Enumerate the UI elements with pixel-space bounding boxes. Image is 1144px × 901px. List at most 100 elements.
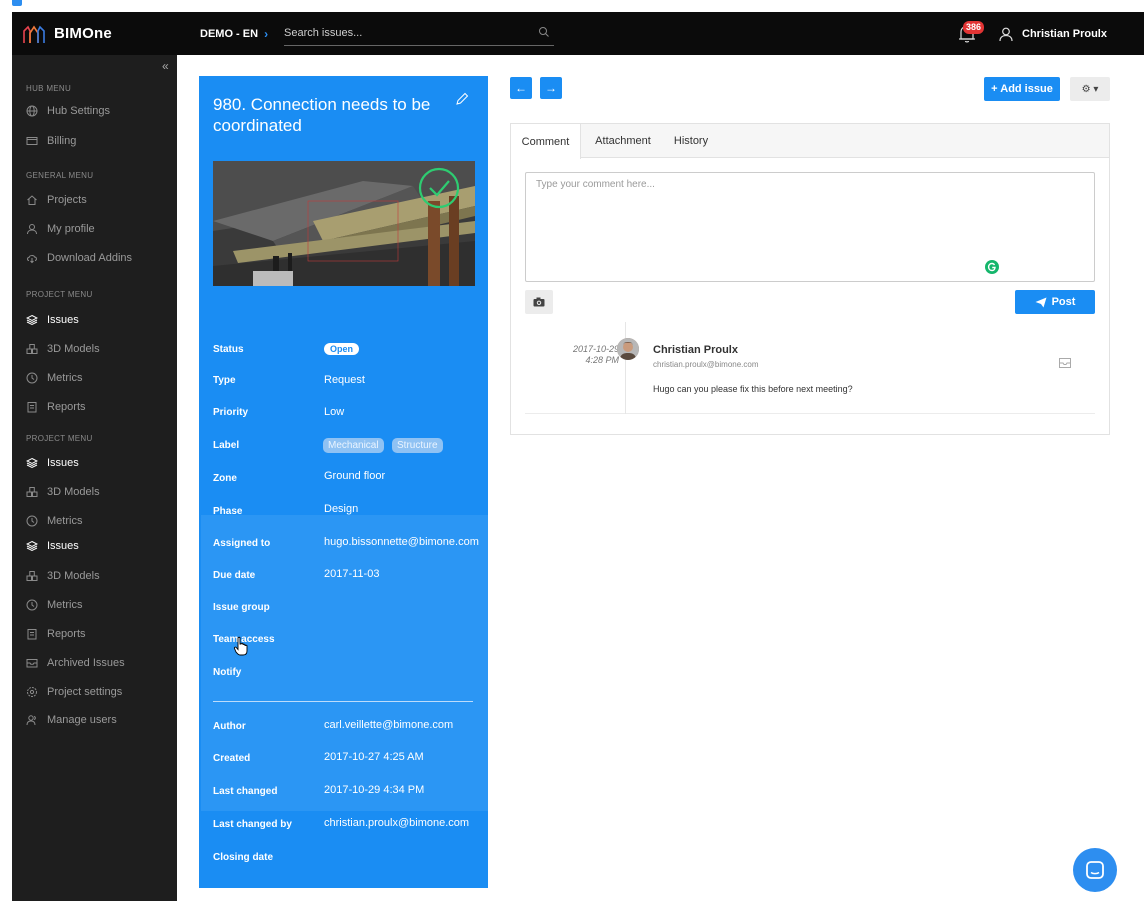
next-issue-button[interactable]: → bbox=[540, 77, 562, 99]
layers-icon bbox=[26, 314, 38, 326]
hub-menu-heading: HUB MENU bbox=[26, 84, 72, 93]
phase-value[interactable]: Design bbox=[324, 503, 358, 515]
sidebar-item-label: Project settings bbox=[47, 686, 123, 698]
type-label: Type bbox=[213, 375, 236, 386]
sidebar-item-3d-models[interactable]: 3D Models bbox=[26, 340, 176, 358]
sidebar-item-3d-models[interactable]: 3D Models bbox=[26, 567, 176, 585]
sidebar-item-issues[interactable]: Issues bbox=[26, 311, 176, 329]
tab-comment[interactable]: Comment bbox=[511, 124, 581, 159]
notify-label: Notify bbox=[213, 667, 242, 678]
comment-list: 2017-10-29 4:28 PM Christian Proulx chri… bbox=[525, 322, 1095, 414]
layers-icon bbox=[26, 457, 38, 469]
assigned-to-label: Assigned to bbox=[213, 538, 271, 549]
post-button[interactable]: Post bbox=[1015, 290, 1095, 314]
label-label: Label bbox=[213, 440, 240, 451]
sidebar-item-projects[interactable]: Projects bbox=[26, 191, 176, 209]
user-menu[interactable]: Christian Proulx bbox=[998, 12, 1107, 55]
search-bar bbox=[284, 20, 554, 46]
created-value: 2017-10-27 4:25 AM bbox=[324, 751, 424, 763]
author-value: carl.veillette@bimone.com bbox=[324, 719, 454, 731]
tab-history[interactable]: History bbox=[667, 124, 715, 158]
app-name: BIMOne bbox=[54, 25, 112, 42]
sidebar-item-hub-settings[interactable]: Hub Settings bbox=[26, 102, 176, 120]
sidebar-item-label: 3D Models bbox=[47, 570, 100, 582]
clock-icon bbox=[26, 372, 38, 384]
sidebar-item-label: Metrics bbox=[47, 515, 83, 527]
zone-label: Zone bbox=[213, 473, 237, 484]
status-badge[interactable]: Open bbox=[324, 343, 360, 355]
report-icon bbox=[27, 402, 37, 413]
assigned-to-value[interactable]: hugo.bissonnette@bimone.com bbox=[324, 536, 479, 548]
author-label: Author bbox=[213, 721, 246, 732]
sidebar-item-metrics[interactable]: Metrics bbox=[26, 369, 176, 387]
sidebar-item-reports[interactable]: Reports bbox=[26, 625, 176, 643]
sidebar-item-metrics[interactable]: Metrics bbox=[26, 512, 176, 530]
cloud-download-icon bbox=[27, 255, 37, 264]
sidebar-item-issues[interactable]: Issues bbox=[26, 454, 176, 472]
sidebar-item-my-profile[interactable]: My profile bbox=[26, 220, 176, 238]
due-date-value[interactable]: 2017-11-03 bbox=[324, 568, 379, 580]
tab-attachment[interactable]: Attachment bbox=[587, 124, 659, 158]
search-input[interactable] bbox=[284, 26, 524, 39]
priority-value[interactable]: Low bbox=[324, 406, 344, 418]
sidebar-item-download-addins[interactable]: Download Addins bbox=[26, 249, 176, 267]
sidebar-item-label: Issues bbox=[47, 457, 79, 469]
chat-icon bbox=[1086, 861, 1104, 879]
clock-icon bbox=[26, 515, 38, 527]
sidebar-item-metrics[interactable]: Metrics bbox=[26, 596, 176, 614]
last-changed-by-value: christian.proulx@bimone.com bbox=[324, 817, 470, 829]
sidebar-item-label: Reports bbox=[47, 628, 86, 640]
type-value[interactable]: Request bbox=[324, 374, 365, 386]
priority-label: Priority bbox=[213, 407, 249, 418]
sidebar-item-label: Metrics bbox=[47, 372, 83, 384]
zone-value[interactable]: Ground floor bbox=[324, 470, 385, 482]
user-icon bbox=[999, 27, 1013, 41]
sidebar-item-reports[interactable]: Reports bbox=[26, 398, 176, 416]
envelope-icon[interactable] bbox=[1059, 358, 1071, 368]
settings-dropdown-button[interactable]: ⚙ ▾ bbox=[1070, 77, 1110, 101]
divider bbox=[213, 701, 473, 702]
home-icon bbox=[27, 195, 37, 205]
notification-count-badge: 386 bbox=[963, 21, 985, 34]
user-name: Christian Proulx bbox=[1022, 27, 1107, 40]
issue-snapshot-image[interactable] bbox=[213, 161, 475, 286]
comment-input[interactable] bbox=[525, 172, 1095, 282]
panel-shade bbox=[201, 515, 488, 811]
cubes-icon bbox=[26, 487, 38, 497]
gear-icon bbox=[27, 687, 37, 697]
comment-text: Hugo can you please fix this before next… bbox=[653, 384, 853, 394]
archive-icon bbox=[26, 659, 38, 668]
report-icon bbox=[27, 629, 37, 640]
camera-button[interactable] bbox=[525, 290, 553, 314]
user-icon bbox=[27, 224, 37, 235]
project-selector[interactable]: DEMO - EN › bbox=[200, 27, 268, 41]
hand-cursor-icon bbox=[233, 636, 248, 656]
sidebar-item-label: Archived Issues bbox=[47, 657, 125, 669]
phase-label: Phase bbox=[213, 506, 243, 517]
collapse-sidebar-icon[interactable]: « bbox=[162, 59, 169, 73]
sidebar-item-billing[interactable]: Billing bbox=[26, 132, 176, 150]
sidebar-item-label: Reports bbox=[47, 401, 86, 413]
chat-launcher-button[interactable] bbox=[1073, 848, 1117, 892]
search-icon[interactable] bbox=[538, 26, 550, 38]
sidebar-item-project-settings[interactable]: Project settings bbox=[26, 683, 176, 701]
sidebar-item-label: Issues bbox=[47, 314, 79, 326]
add-issue-button[interactable]: + Add issue bbox=[984, 77, 1060, 101]
previous-issue-button[interactable]: ← bbox=[510, 77, 532, 99]
tab-bar: Comment Attachment History bbox=[511, 124, 1109, 159]
general-menu-heading: GENERAL MENU bbox=[26, 171, 94, 180]
pencil-icon[interactable] bbox=[455, 92, 469, 106]
tag-structure[interactable]: Structure bbox=[392, 438, 443, 453]
grammarly-icon[interactable] bbox=[985, 260, 999, 274]
sidebar-item-issues[interactable]: Issues bbox=[26, 537, 176, 555]
cubes-icon bbox=[26, 571, 38, 581]
brand[interactable]: BIMOne bbox=[12, 23, 178, 45]
sidebar-item-label: Projects bbox=[47, 194, 87, 206]
timeline-line bbox=[625, 322, 626, 414]
sidebar-item-manage-users[interactable]: Manage users bbox=[26, 711, 176, 729]
top-bar: BIMOne DEMO - EN › 386 Christian Proulx bbox=[12, 12, 1144, 55]
tag-mechanical[interactable]: Mechanical bbox=[323, 438, 384, 453]
sidebar-item-archived-issues[interactable]: Archived Issues bbox=[26, 654, 176, 672]
sidebar-item-3d-models[interactable]: 3D Models bbox=[26, 483, 176, 501]
sidebar-item-label: Billing bbox=[47, 135, 77, 147]
